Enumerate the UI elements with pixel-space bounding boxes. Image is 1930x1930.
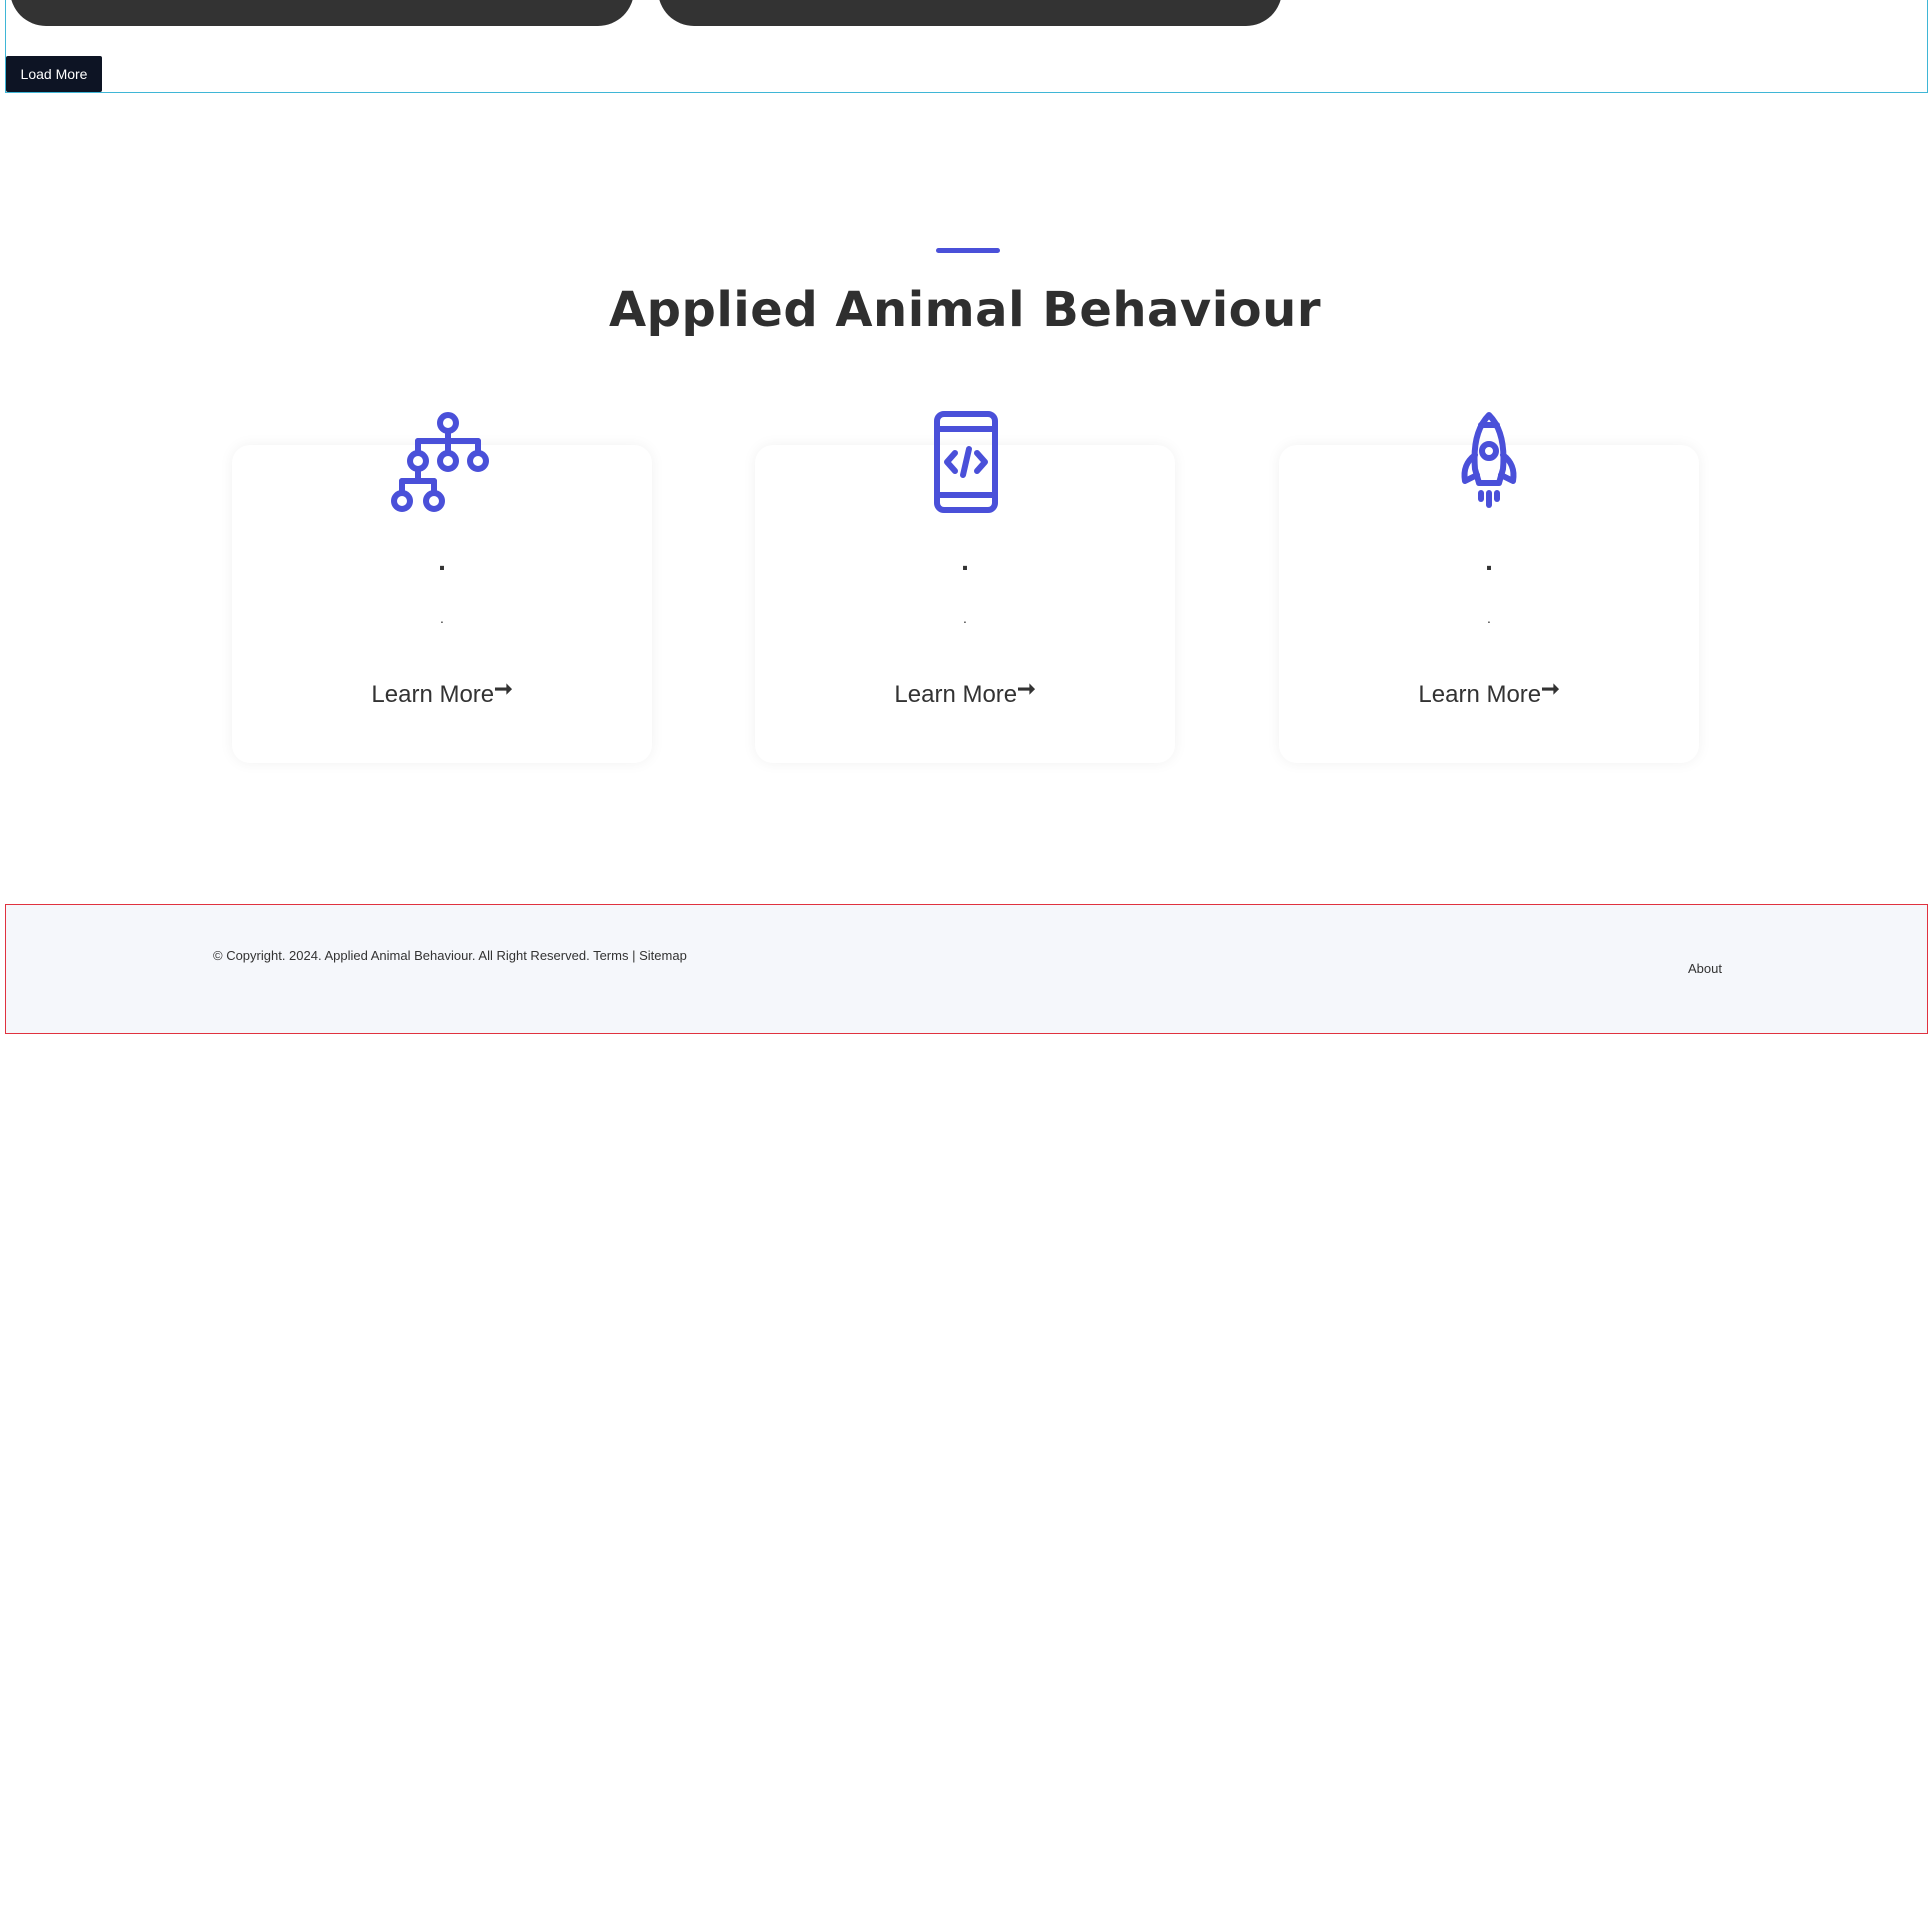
terms-link[interactable]: Terms (593, 948, 628, 963)
link-separator: | (632, 948, 636, 963)
copyright-notice: © Copyright. 2024. Applied Animal Behavi… (213, 948, 687, 963)
about-link[interactable]: About (1688, 961, 1722, 976)
learn-more-link[interactable]: Learn More➞ (232, 676, 652, 709)
dark-card[interactable] (10, 0, 634, 26)
section-title: Applied Animal Behaviour (608, 282, 1321, 338)
arrow-right-icon: ➞ (494, 676, 513, 701)
service-card: . . Learn More➞ (232, 412, 652, 763)
card-description: . (440, 610, 444, 626)
card-title: . (961, 545, 969, 576)
service-card: . . Learn More➞ (755, 411, 1175, 763)
mobile-code-icon (910, 408, 1020, 518)
card-description: . (963, 610, 967, 626)
learn-more-label: Learn More (1418, 681, 1542, 708)
arrow-right-icon: ➞ (1017, 676, 1036, 701)
dark-card[interactable] (658, 0, 1282, 26)
learn-more-link[interactable]: Learn More➞ (1279, 676, 1699, 709)
card-title: . (1485, 545, 1493, 576)
section-accent-line (936, 248, 1000, 253)
copyright-text: © Copyright. 2024. Applied Animal Behavi… (213, 948, 590, 963)
card-description: . (1487, 610, 1491, 626)
sitemap-link[interactable]: Sitemap (639, 948, 687, 963)
arrow-right-icon: ➞ (1541, 676, 1560, 701)
rocket-icon (1434, 408, 1544, 518)
listing-region: Load More (5, 0, 1928, 93)
load-more-button[interactable]: Load More (6, 56, 102, 92)
learn-more-link[interactable]: Learn More➞ (755, 676, 1175, 709)
sitemap-icon (387, 408, 497, 518)
learn-more-label: Learn More (894, 681, 1018, 708)
learn-more-label: Learn More (371, 681, 495, 708)
service-card: . . Learn More➞ (1279, 412, 1699, 763)
card-title: . (438, 545, 446, 576)
footer: © Copyright. 2024. Applied Animal Behavi… (5, 904, 1928, 1034)
